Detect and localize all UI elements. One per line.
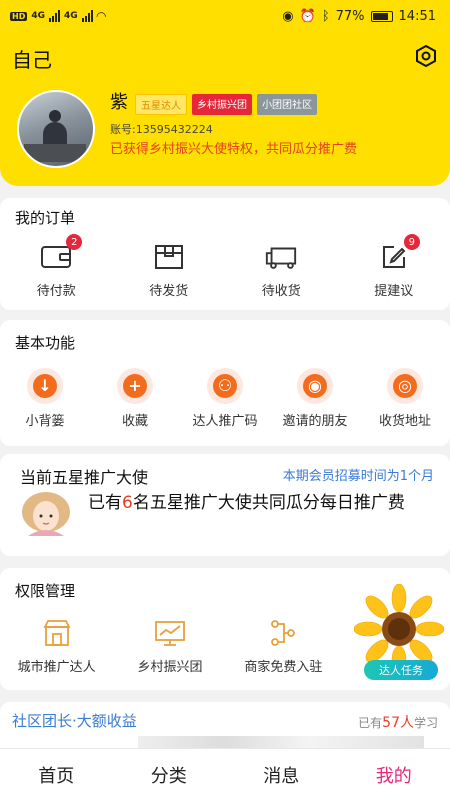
function-promo-code[interactable]: ⚇ 达人推广码 — [180, 368, 270, 429]
permission-label: 商家免费入驻 — [244, 660, 323, 675]
function-label: 收货地址 — [378, 414, 431, 429]
battery-icon — [370, 10, 393, 22]
permission-rural-revival[interactable]: 乡村振兴团 — [113, 616, 226, 675]
functions-grid: ↓ 小背篓 + 收藏 ⚇ 达人推广码 ◉ 邀请的朋友 ◎ 收货地址 — [0, 368, 450, 429]
function-label: 小背篓 — [25, 414, 65, 429]
permission-label: 乡村振兴团 — [137, 660, 203, 675]
wifi-icon: ◠ — [96, 9, 106, 23]
tab-category[interactable]: 分类 — [113, 749, 226, 800]
privilege-notice[interactable]: 已获得乡村振兴大使特权，共同瓜分推广费 — [110, 138, 357, 157]
community-title[interactable]: 社区团长·大额收益 — [12, 710, 137, 731]
permission-merchant-join[interactable]: 商家免费入驻 — [227, 616, 340, 675]
tab-home[interactable]: 首页 — [0, 749, 113, 800]
settings-hexagon-icon[interactable] — [414, 44, 438, 68]
hd-indicator: HD — [10, 11, 28, 21]
edit-icon: 9 — [377, 234, 420, 274]
tab-messages[interactable]: 消息 — [225, 749, 338, 800]
badge-community: 小团团社区 — [257, 94, 317, 115]
basket-icon: ↓ — [27, 368, 63, 404]
community-learners: 已有57人学习 — [358, 715, 438, 731]
function-basket[interactable]: ↓ 小背篓 — [0, 368, 90, 429]
ambassador-title: 当前五星推广大使 — [20, 468, 149, 487]
order-item-pending-shipment[interactable]: 待发货 — [113, 240, 226, 299]
suggestion-count: 9 — [403, 234, 420, 250]
order-item-pending-receipt[interactable]: 待收货 — [225, 240, 338, 299]
orders-card: 我的订单 2 待付款 待发货 待收货 9 提建议 — [0, 198, 450, 310]
order-item-label: 提建议 — [374, 284, 414, 299]
function-label: 达人推广码 — [192, 414, 258, 429]
badge-rural-revival: 乡村振兴团 — [192, 94, 252, 115]
friends-icon: ◉ — [297, 368, 333, 404]
network-4g-1: 4G — [31, 11, 45, 21]
pending-payment-count: 2 — [66, 234, 83, 250]
signal-icon-2 — [81, 10, 93, 22]
chart-board-icon — [153, 616, 187, 650]
permission-city-promoter[interactable]: 城市推广达人 — [0, 616, 113, 675]
user-icon: ⚇ — [207, 368, 243, 404]
username: 紫 — [110, 92, 128, 113]
orders-title: 我的订单 — [15, 209, 76, 227]
function-address[interactable]: ◎ 收货地址 — [360, 368, 450, 429]
ambassador-count: 6 — [122, 493, 133, 513]
battery-percent: 77% — [335, 8, 365, 24]
status-right: ◉ ⏰ ᛒ 77% 14:51 — [282, 9, 436, 24]
page-title: 自己 — [12, 48, 52, 72]
function-invited-friends[interactable]: ◉ 邀请的朋友 — [270, 368, 360, 429]
alarm-icon: ⏰ — [299, 8, 316, 24]
user-badges: 五星达人 乡村振兴团 小团团社区 — [135, 94, 317, 115]
network-4g-2: 4G — [64, 11, 78, 21]
clock-time: 14:51 — [398, 8, 436, 24]
ambassador-description: 已有6名五星推广大使共同瓜分每日推广费 — [88, 493, 405, 513]
eye-icon: ◉ — [282, 8, 294, 24]
learner-count: 57人 — [382, 715, 414, 731]
order-item-label: 待付款 — [36, 284, 76, 299]
avatar[interactable] — [17, 90, 95, 168]
address-icon: ◎ — [387, 368, 423, 404]
shop-icon — [40, 616, 74, 650]
order-item-label: 待发货 — [149, 284, 189, 299]
account-number: 账号:13595432224 — [110, 123, 213, 136]
package-icon — [152, 240, 186, 274]
function-label: 收藏 — [121, 414, 148, 429]
favorites-icon: + — [117, 368, 153, 404]
functions-card: 基本功能 ↓ 小背篓 + 收藏 ⚇ 达人推广码 ◉ 邀请的朋友 ◎ 收货地址 — [0, 320, 450, 446]
profile-header: 自己 紫 五星达人 乡村振兴团 小团团社区 账号:13595432224 已获得… — [0, 32, 450, 186]
ambassador-card: 当前五星推广大使 本期会员招募时间为1个月 已有6名五星推广大使共同瓜分每日推广… — [0, 454, 450, 556]
permission-label: 城市推广达人 — [17, 660, 96, 675]
ambassador-avatar-icon — [22, 492, 70, 536]
truck-icon — [264, 240, 298, 274]
status-left: HD 4G 4G ◠ — [10, 9, 106, 23]
order-item-pending-payment[interactable]: 2 待付款 — [0, 234, 113, 299]
wallet-icon: 2 — [39, 234, 83, 274]
bluetooth-icon: ᛒ — [321, 8, 330, 24]
talent-task-button[interactable]: 达人任务 — [364, 660, 438, 680]
signal-icon — [49, 10, 60, 22]
tab-mine[interactable]: 我的 — [338, 749, 450, 800]
ambassador-recruit-link[interactable]: 本期会员招募时间为1个月 — [283, 465, 434, 484]
badge-five-star: 五星达人 — [135, 94, 187, 115]
flow-icon — [266, 616, 300, 650]
order-item-label: 待收货 — [261, 284, 301, 299]
permissions-title: 权限管理 — [15, 582, 76, 600]
bottom-tab-bar: 首页 分类 消息 我的 — [0, 748, 450, 800]
functions-title: 基本功能 — [15, 334, 76, 352]
orders-grid: 2 待付款 待发货 待收货 9 提建议 — [0, 234, 450, 299]
order-item-suggestion[interactable]: 9 提建议 — [338, 234, 450, 299]
function-label: 邀请的朋友 — [282, 414, 348, 429]
status-bar: HD 4G 4G ◠ ◉ ⏰ ᛒ 77% 14:51 — [0, 0, 450, 32]
permissions-grid: 城市推广达人 乡村振兴团 商家免费入驻 — [0, 616, 340, 675]
function-favorites[interactable]: + 收藏 — [90, 368, 180, 429]
